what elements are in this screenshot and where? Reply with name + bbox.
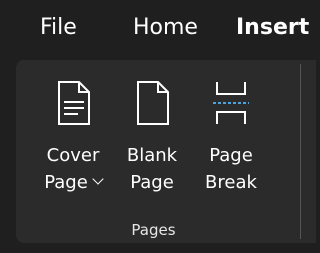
menu-bar: File Home Insert [0, 0, 309, 58]
blank-page-label-line1: Blank [126, 145, 178, 166]
blank-page-label-line2: Page [130, 172, 174, 193]
page-break-label: Page Break [198, 142, 264, 196]
page-break-button[interactable]: Page Break [198, 60, 264, 210]
group-separator [300, 64, 301, 239]
page-break-label-line2: Break [205, 172, 257, 193]
tab-file[interactable]: File [40, 13, 77, 43]
cover-page-icon [58, 81, 90, 125]
page-break-icon [213, 82, 249, 124]
cover-page-label: Cover Page [38, 142, 108, 196]
chevron-down-icon[interactable] [92, 173, 104, 185]
cover-page-label-line1: Cover [46, 145, 100, 166]
ribbon-pages-group: Cover Page Blank Page Page Break Pages [16, 60, 316, 243]
group-label-pages: Pages [131, 221, 176, 239]
blank-page-icon [137, 81, 169, 125]
blank-page-label: Blank Page [122, 142, 182, 196]
tab-home[interactable]: Home [133, 13, 198, 43]
tab-insert[interactable]: Insert [236, 13, 309, 43]
page-break-label-line1: Page [209, 145, 253, 166]
cover-page-label-line2: Page [44, 172, 88, 193]
cover-page-button[interactable]: Cover Page [38, 60, 108, 210]
blank-page-button[interactable]: Blank Page [122, 60, 182, 210]
